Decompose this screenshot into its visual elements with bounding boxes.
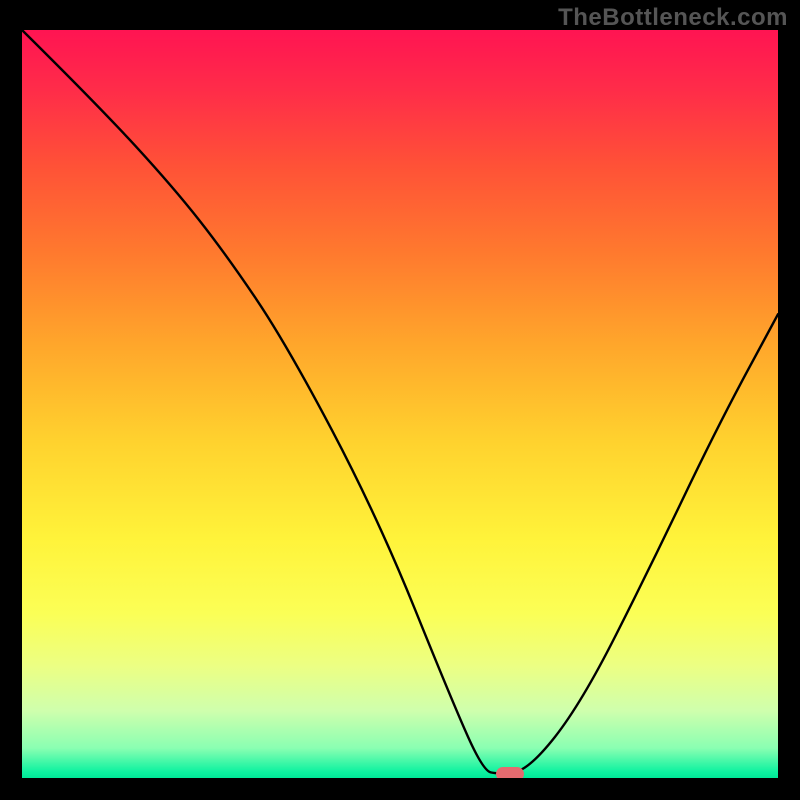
bottleneck-curve <box>22 30 778 778</box>
plot-area <box>22 30 778 778</box>
optimum-marker <box>496 767 524 779</box>
watermark-text: TheBottleneck.com <box>558 4 788 32</box>
chart-frame: TheBottleneck.com <box>0 0 800 800</box>
